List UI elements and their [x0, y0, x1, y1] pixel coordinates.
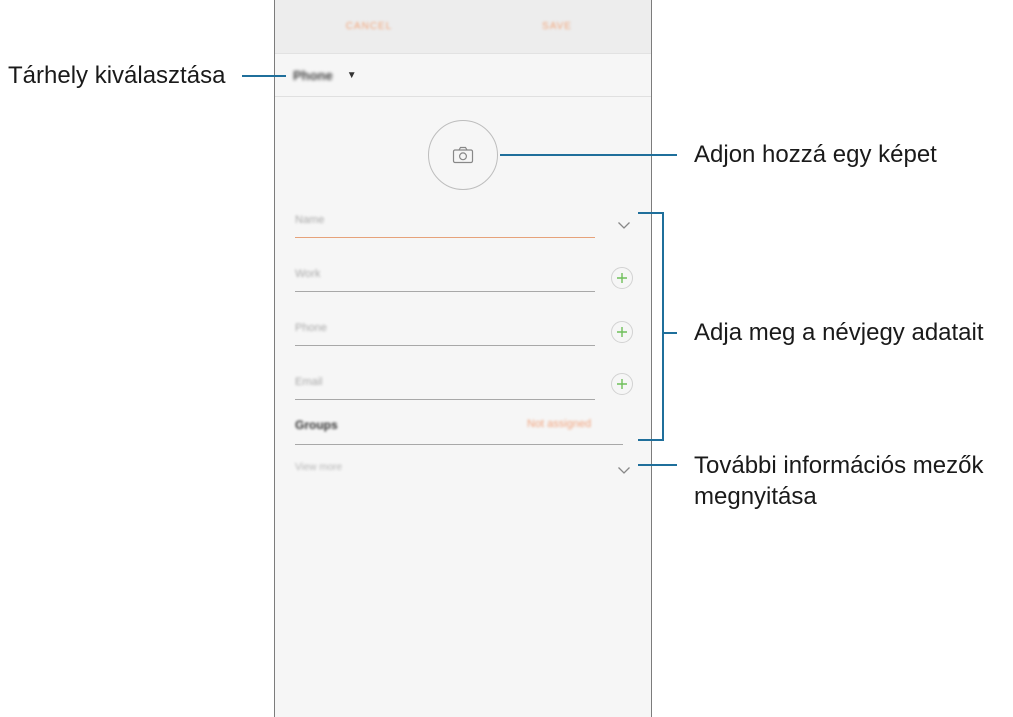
callout-lines [242, 75, 677, 466]
details-annotation: Adja meg a névjegy adatait [694, 319, 984, 346]
photo-annotation: Adjon hozzá egy képet [694, 141, 937, 168]
more-annotation-line1: További információs mezők [694, 452, 984, 479]
more-annotation-line2: megnyitása [694, 483, 817, 510]
storage-annotation: Tárhely kiválasztása [8, 62, 226, 89]
details-bracket [638, 212, 664, 441]
